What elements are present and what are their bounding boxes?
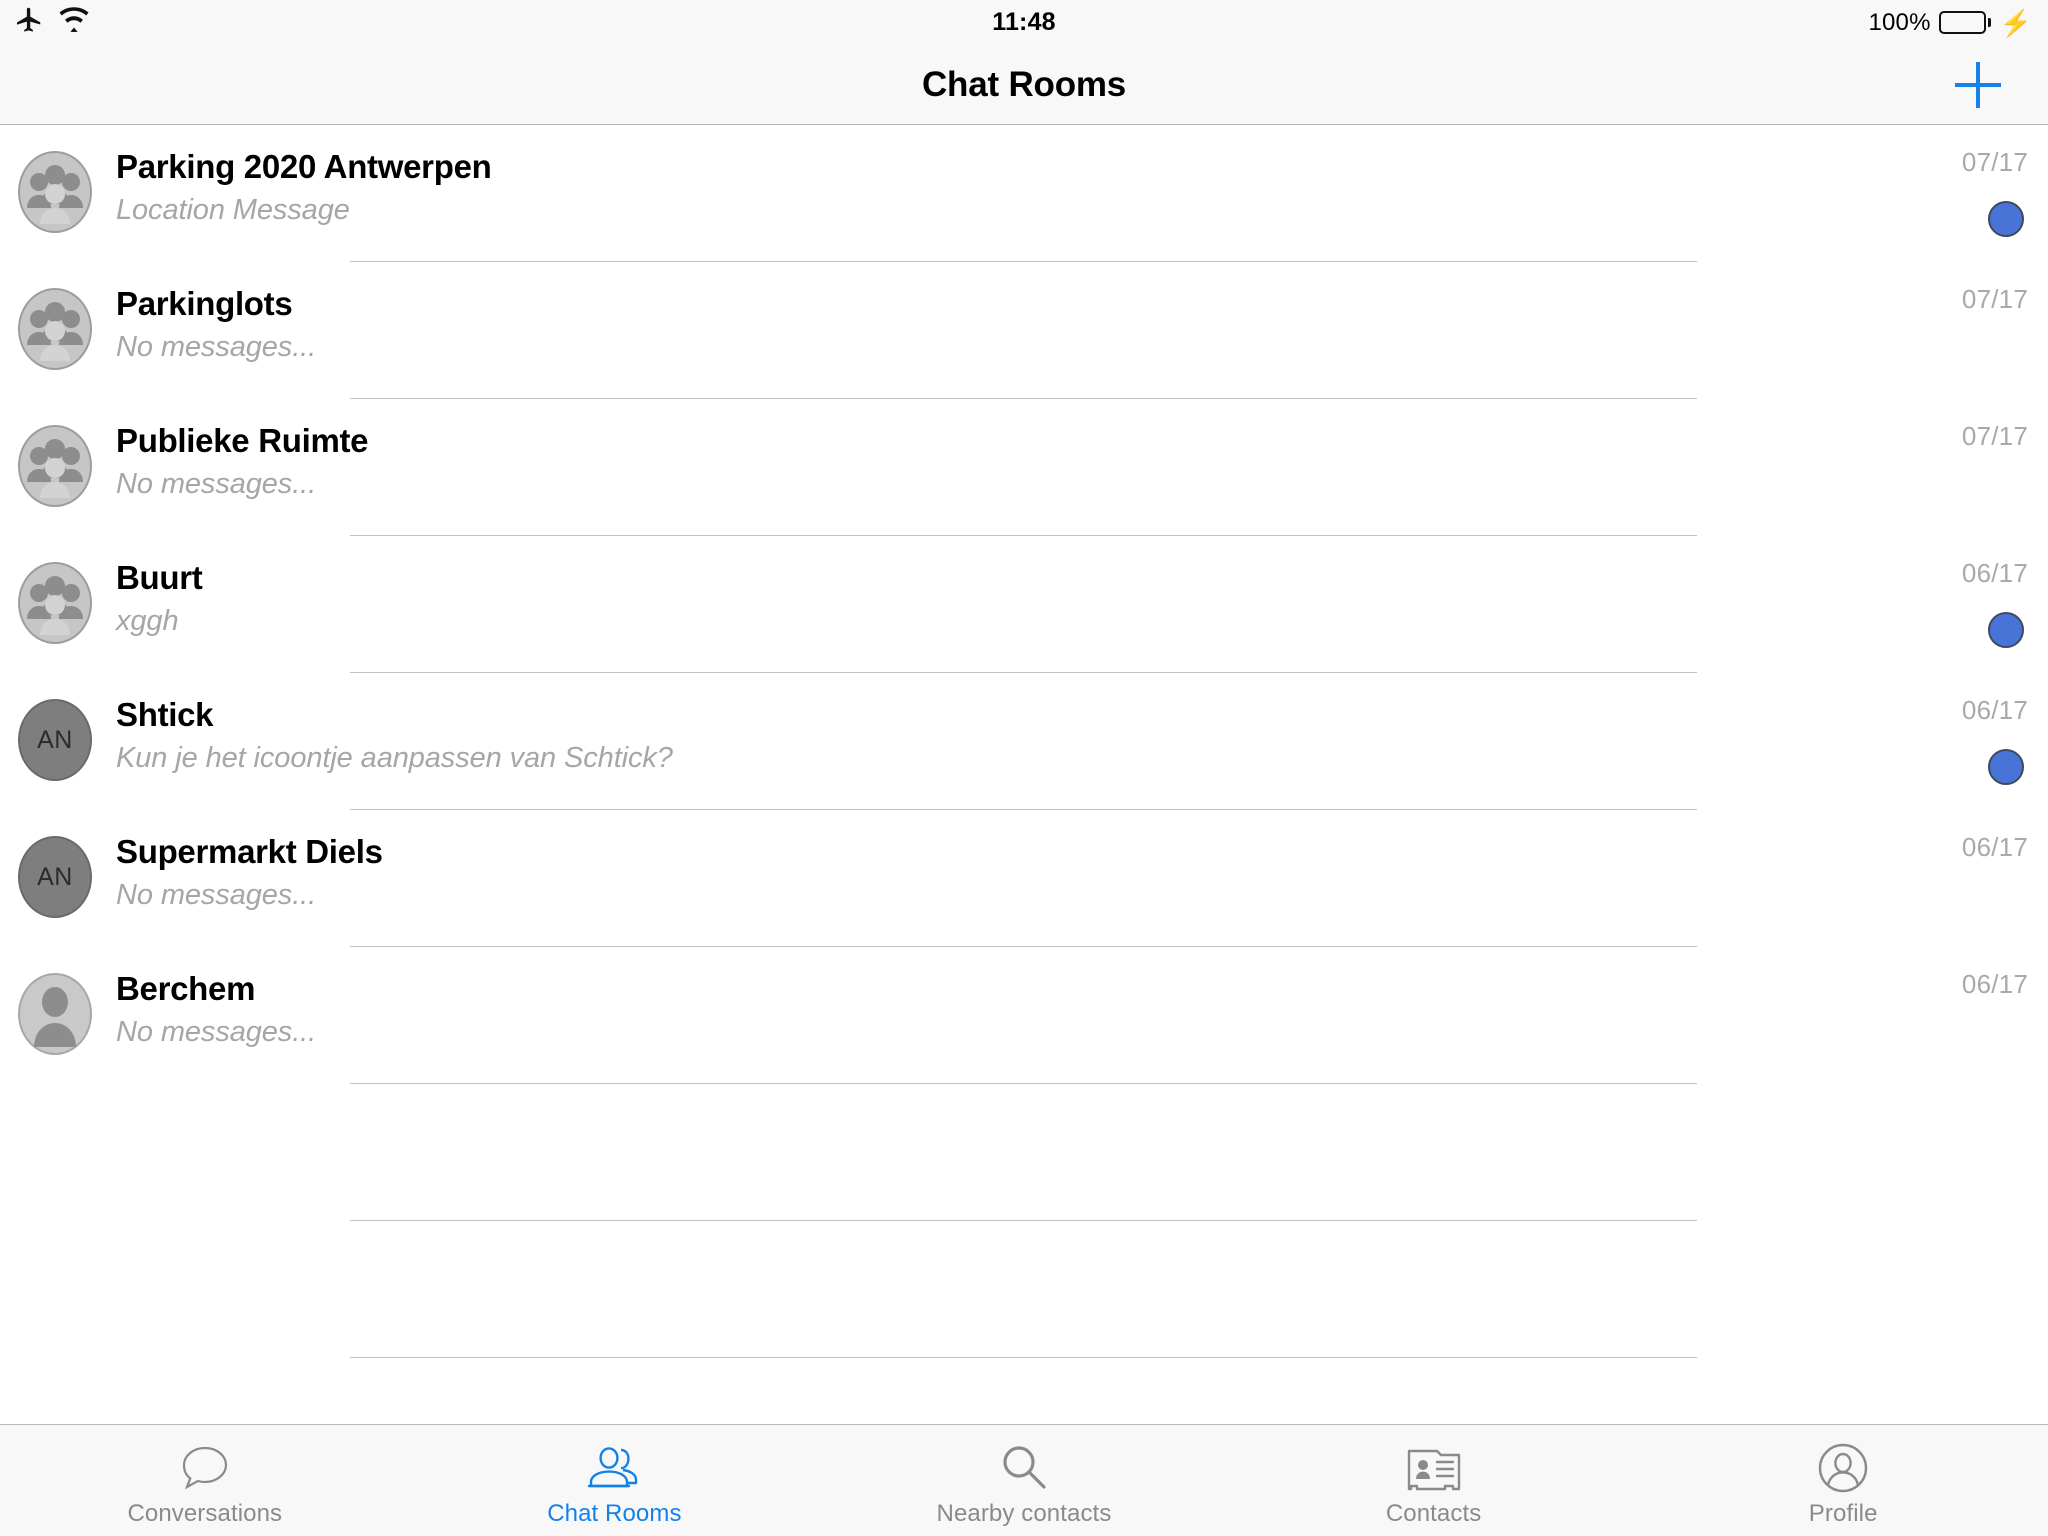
chat-room-title: Buurt [116, 559, 203, 596]
chat-room-row[interactable]: Publieke Ruimte No messages... 07/17 [0, 399, 2048, 536]
initials-avatar: AN [18, 699, 92, 781]
chat-room-preview: No messages... [116, 879, 317, 911]
status-bar-clock: 11:48 [992, 8, 1056, 36]
group-avatar [18, 288, 92, 370]
tab-label: Chat Rooms [547, 1499, 682, 1527]
chat-room-date: 07/17 [1961, 421, 2028, 451]
tab-nearby-contacts[interactable]: Nearby contacts [819, 1425, 1229, 1536]
chat-room-title: Parkinglots [116, 285, 293, 322]
chat-room-title: Berchem [116, 970, 256, 1007]
empty-row [0, 1084, 2048, 1221]
add-chat-room-button[interactable] [1938, 45, 2018, 124]
battery-percent-label: 100% [1868, 8, 1931, 36]
chat-room-preview: No messages... [116, 1016, 317, 1048]
chat-room-date: 06/17 [1961, 695, 2028, 725]
chat-room-row[interactable]: Parkinglots No messages... 07/17 [0, 262, 2048, 399]
chat-room-title: Shtick [116, 696, 214, 733]
address-card-icon [1405, 1440, 1463, 1496]
unread-badge [1988, 201, 2024, 237]
avatar-initials-label: AN [37, 725, 73, 754]
chat-room-preview: xggh [116, 605, 179, 637]
tab-chat-rooms[interactable]: Chat Rooms [410, 1425, 820, 1536]
chat-room-text: Shtick Kun je het icoontje aanpassen van … [116, 693, 1656, 779]
battery-full-icon [1938, 11, 1991, 34]
chat-room-preview: Location Message [116, 194, 350, 226]
chat-room-text: Parkinglots No messages... [116, 282, 1656, 368]
status-bar-right: 100% ⚡ [1868, 0, 2032, 45]
tab-label: Conversations [127, 1499, 283, 1527]
person-circle-icon [1816, 1440, 1870, 1496]
chat-room-date: 07/17 [1961, 284, 2028, 314]
status-bar: 11:48 100% ⚡ [0, 0, 2048, 45]
empty-row [0, 1221, 2048, 1358]
tab-label: Nearby contacts [936, 1499, 1112, 1527]
chat-room-date: 06/17 [1961, 558, 2028, 588]
tab-conversations[interactable]: Conversations [0, 1425, 410, 1536]
avatar-initials-label: AN [37, 862, 73, 891]
chat-room-row[interactable]: AN Supermarkt Diels No messages... 06/17 [0, 810, 2048, 947]
chat-room-title: Supermarkt Diels [116, 833, 383, 870]
chat-room-row[interactable]: AN Shtick Kun je het icoontje aanpassen va… [0, 673, 2048, 810]
chat-room-date: 06/17 [1961, 832, 2028, 862]
group-avatar [18, 425, 92, 507]
tab-label: Profile [1808, 1499, 1878, 1527]
chat-room-title: Parking 2020 Antwerpen [116, 148, 492, 185]
chat-room-title: Publieke Ruimte [116, 422, 369, 459]
initials-avatar: AN [18, 836, 92, 918]
unread-badge [1988, 749, 2024, 785]
two-people-icon [585, 1440, 643, 1496]
chat-room-preview: Kun je het icoontje aanpassen van Schtic… [116, 742, 673, 774]
page-title: Chat Rooms [921, 64, 1127, 104]
app-screen: 11:48 100% ⚡ Chat Rooms Parking 2020 Ant… [0, 0, 2048, 1536]
chat-room-preview: No messages... [116, 468, 317, 500]
chat-room-text: Supermarkt Diels No messages... [116, 830, 1656, 916]
group-avatar [18, 151, 92, 233]
chat-room-preview: No messages... [116, 331, 317, 363]
speech-bubble-icon [178, 1440, 232, 1496]
lightning-bolt-icon: ⚡ [1999, 7, 2032, 38]
tab-label: Contacts [1385, 1499, 1482, 1527]
tab-profile[interactable]: Profile [1638, 1425, 2048, 1536]
magnifier-icon [997, 1440, 1051, 1496]
tab-bar: Conversations Chat Rooms Nearby contacts Co… [0, 1424, 2048, 1536]
plus-icon [1955, 61, 2001, 108]
status-bar-center: 11:48 [0, 0, 2048, 45]
person-avatar [18, 973, 92, 1055]
chat-room-row[interactable]: Buurt xggh 06/17 [0, 536, 2048, 673]
unread-badge [1988, 612, 2024, 648]
chat-room-row[interactable]: Berchem No messages... 06/17 [0, 947, 2048, 1084]
chat-room-date: 07/17 [1961, 147, 2028, 177]
chat-room-text: Buurt xggh [116, 556, 1656, 642]
chat-room-text: Parking 2020 Antwerpen Location Message [116, 145, 1656, 231]
chat-room-list[interactable]: Parking 2020 Antwerpen Location Message 07… [0, 125, 2048, 1495]
chat-room-date: 06/17 [1961, 969, 2028, 999]
chat-room-row[interactable]: Parking 2020 Antwerpen Location Message 07… [0, 125, 2048, 262]
navigation-bar: Chat Rooms [0, 45, 2048, 125]
chat-room-text: Publieke Ruimte No messages... [116, 419, 1656, 505]
group-avatar [18, 562, 92, 644]
tab-contacts[interactable]: Contacts [1229, 1425, 1639, 1536]
chat-room-text: Berchem No messages... [116, 967, 1656, 1053]
